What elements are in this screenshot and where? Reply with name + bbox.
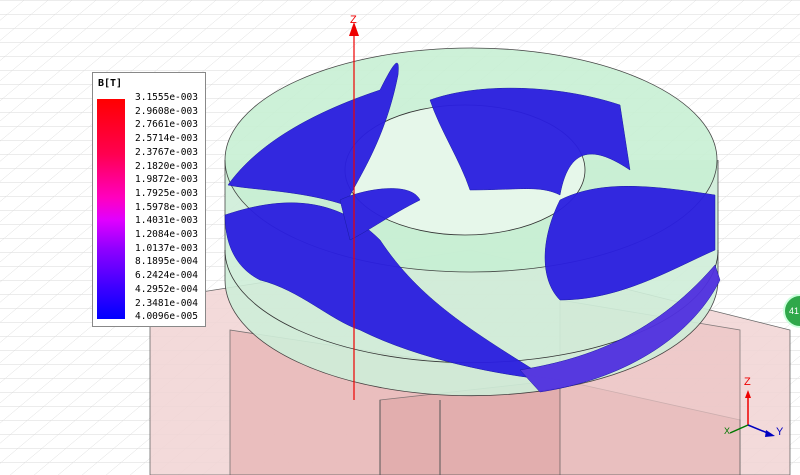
legend-value: 3.1555e-003 bbox=[135, 92, 198, 103]
legend-value: 2.3481e-004 bbox=[135, 297, 198, 309]
z-axis-label: Z bbox=[350, 14, 357, 26]
triad-y-label: Y bbox=[776, 426, 784, 438]
legend-value: 1.0137e-003 bbox=[135, 242, 198, 254]
legend-value: 1.5978e-003 bbox=[135, 201, 198, 213]
triad-z-label: Z bbox=[744, 376, 751, 388]
legend-value: 2.7661e-003 bbox=[135, 119, 198, 131]
legend-value: 1.9872e-003 bbox=[135, 174, 198, 186]
legend-title: B[T] bbox=[98, 78, 123, 89]
legend-colorbar bbox=[97, 99, 125, 319]
legend-value: 1.7925e-003 bbox=[135, 187, 198, 199]
color-legend[interactable]: B[T] 3.1555e-003 2.9608e-003 2.7661e-003 2.… bbox=[92, 72, 206, 327]
triad-x-label: X bbox=[724, 426, 731, 436]
legend-value: 4.0096e-005 bbox=[135, 311, 198, 323]
legend-value: 1.2084e-003 bbox=[135, 229, 198, 240]
legend-value: 2.3767e-003 bbox=[135, 146, 198, 158]
legend-value: 4.2952e-004 bbox=[135, 283, 198, 295]
nav-label: 41 bbox=[789, 306, 800, 316]
legend-value: 2.5714e-003 bbox=[135, 133, 198, 145]
legend-value: 8.1895e-004 bbox=[135, 256, 198, 268]
legend-value: 2.1820e-003 bbox=[135, 160, 198, 172]
legend-value: 6.2424e-004 bbox=[135, 270, 198, 282]
legend-value: 2.9608e-003 bbox=[135, 105, 198, 117]
legend-value: 1.4031e-003 bbox=[135, 215, 198, 227]
